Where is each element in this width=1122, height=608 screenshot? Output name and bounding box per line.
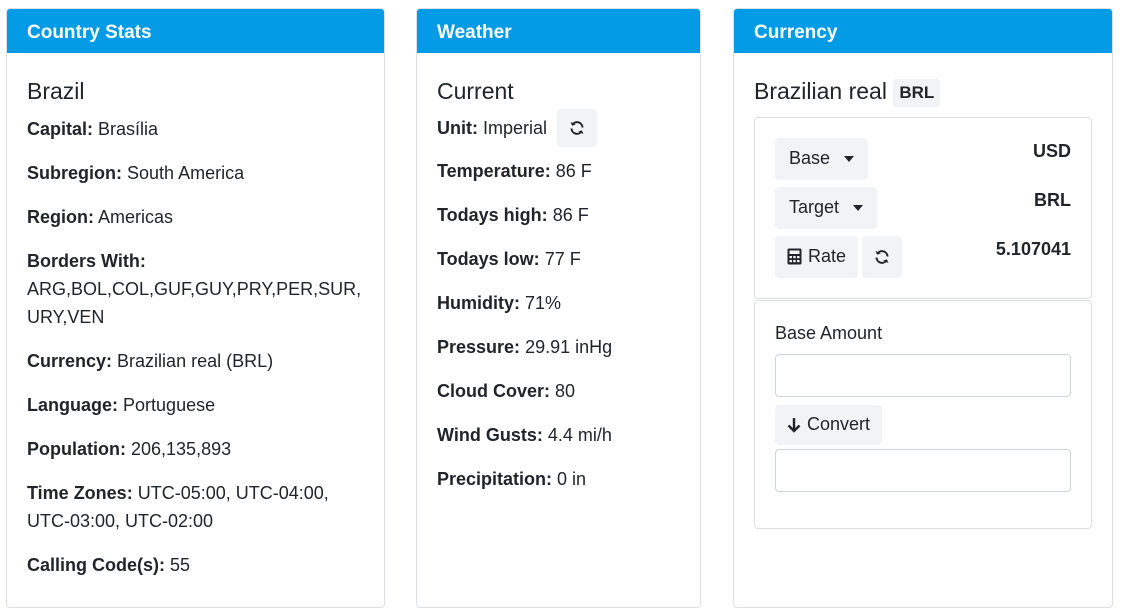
- base-amount-input[interactable]: [775, 353, 1071, 397]
- wind-gusts-row: Wind Gusts: 4.4 mi/h: [437, 425, 612, 445]
- region-row: Region: Americas: [27, 207, 174, 227]
- capital-row: Capital: Brasília: [27, 119, 159, 139]
- subregion-row: Subregion: South America: [27, 163, 245, 183]
- currency-row: Currency: Brazilian real (BRL): [27, 351, 274, 371]
- target-dropdown[interactable]: Target: [775, 186, 878, 229]
- population-row: Population: 206,135,893: [27, 439, 232, 459]
- rate-button[interactable]: Rate: [775, 235, 859, 278]
- weather-title: Current: [437, 78, 514, 104]
- todays-high-row: Todays high: 86 F: [437, 205, 589, 225]
- base-dropdown[interactable]: Base: [775, 137, 869, 180]
- base-amount-label: Base Amount: [775, 322, 883, 343]
- caret-down-icon: [853, 204, 864, 211]
- currency-header: Currency: [734, 9, 1112, 53]
- currency-code-badge: BRL: [893, 78, 941, 107]
- timezones-row: Time Zones: UTC-05:00, UTC-04:00, UTC-03…: [27, 483, 329, 531]
- currency-name: Brazilian real: [754, 78, 887, 104]
- weather-header: Weather: [417, 9, 700, 53]
- precipitation-row: Precipitation: 0 in: [437, 469, 587, 489]
- language-row: Language: Portuguese: [27, 395, 216, 415]
- base-currency-value: USD: [1032, 141, 1071, 162]
- refresh-icon: [570, 121, 584, 135]
- converted-amount-output[interactable]: [775, 448, 1071, 492]
- borders-row: Borders With: ARG,BOL,COL,GUF,GUY,PRY,PER…: [27, 251, 362, 327]
- exchange-rate-value: 5.107041: [995, 239, 1071, 260]
- refresh-icon: [875, 250, 889, 264]
- conversion-panel: Base Amount Convert: [754, 299, 1092, 529]
- unit-row: Unit: Imperial: [437, 109, 680, 147]
- weather-refresh-button[interactable]: [557, 109, 598, 147]
- country-name: Brazil: [27, 78, 85, 104]
- cloud-cover-row: Cloud Cover: 80: [437, 381, 576, 401]
- rate-panel: Base USD Target BRL Rate 5.107041: [754, 116, 1092, 299]
- convert-button[interactable]: Convert: [775, 404, 883, 445]
- humidity-row: Humidity: 71%: [437, 293, 562, 313]
- todays-low-row: Todays low: 77 F: [437, 249, 581, 269]
- country-stats-card: Country Stats Brazil Capital: Brasília S…: [6, 8, 385, 608]
- calculator-icon: [787, 248, 802, 265]
- target-currency-value: BRL: [1034, 190, 1071, 211]
- currency-card: Currency Brazilian real BRL Base USD Tar…: [733, 8, 1113, 608]
- caret-down-icon: [844, 155, 855, 162]
- temperature-row: Temperature: 86 F: [437, 161, 592, 181]
- weather-card: Weather Current Unit: Imperial Temperatu…: [416, 8, 701, 608]
- arrow-down-icon: [787, 417, 801, 433]
- calling-code-row: Calling Code(s): 55: [27, 555, 191, 575]
- pressure-row: Pressure: 29.91 inHg: [437, 337, 613, 357]
- currency-title: Brazilian real BRL: [754, 77, 1092, 107]
- rate-refresh-button[interactable]: [862, 235, 903, 278]
- country-stats-header: Country Stats: [7, 9, 384, 53]
